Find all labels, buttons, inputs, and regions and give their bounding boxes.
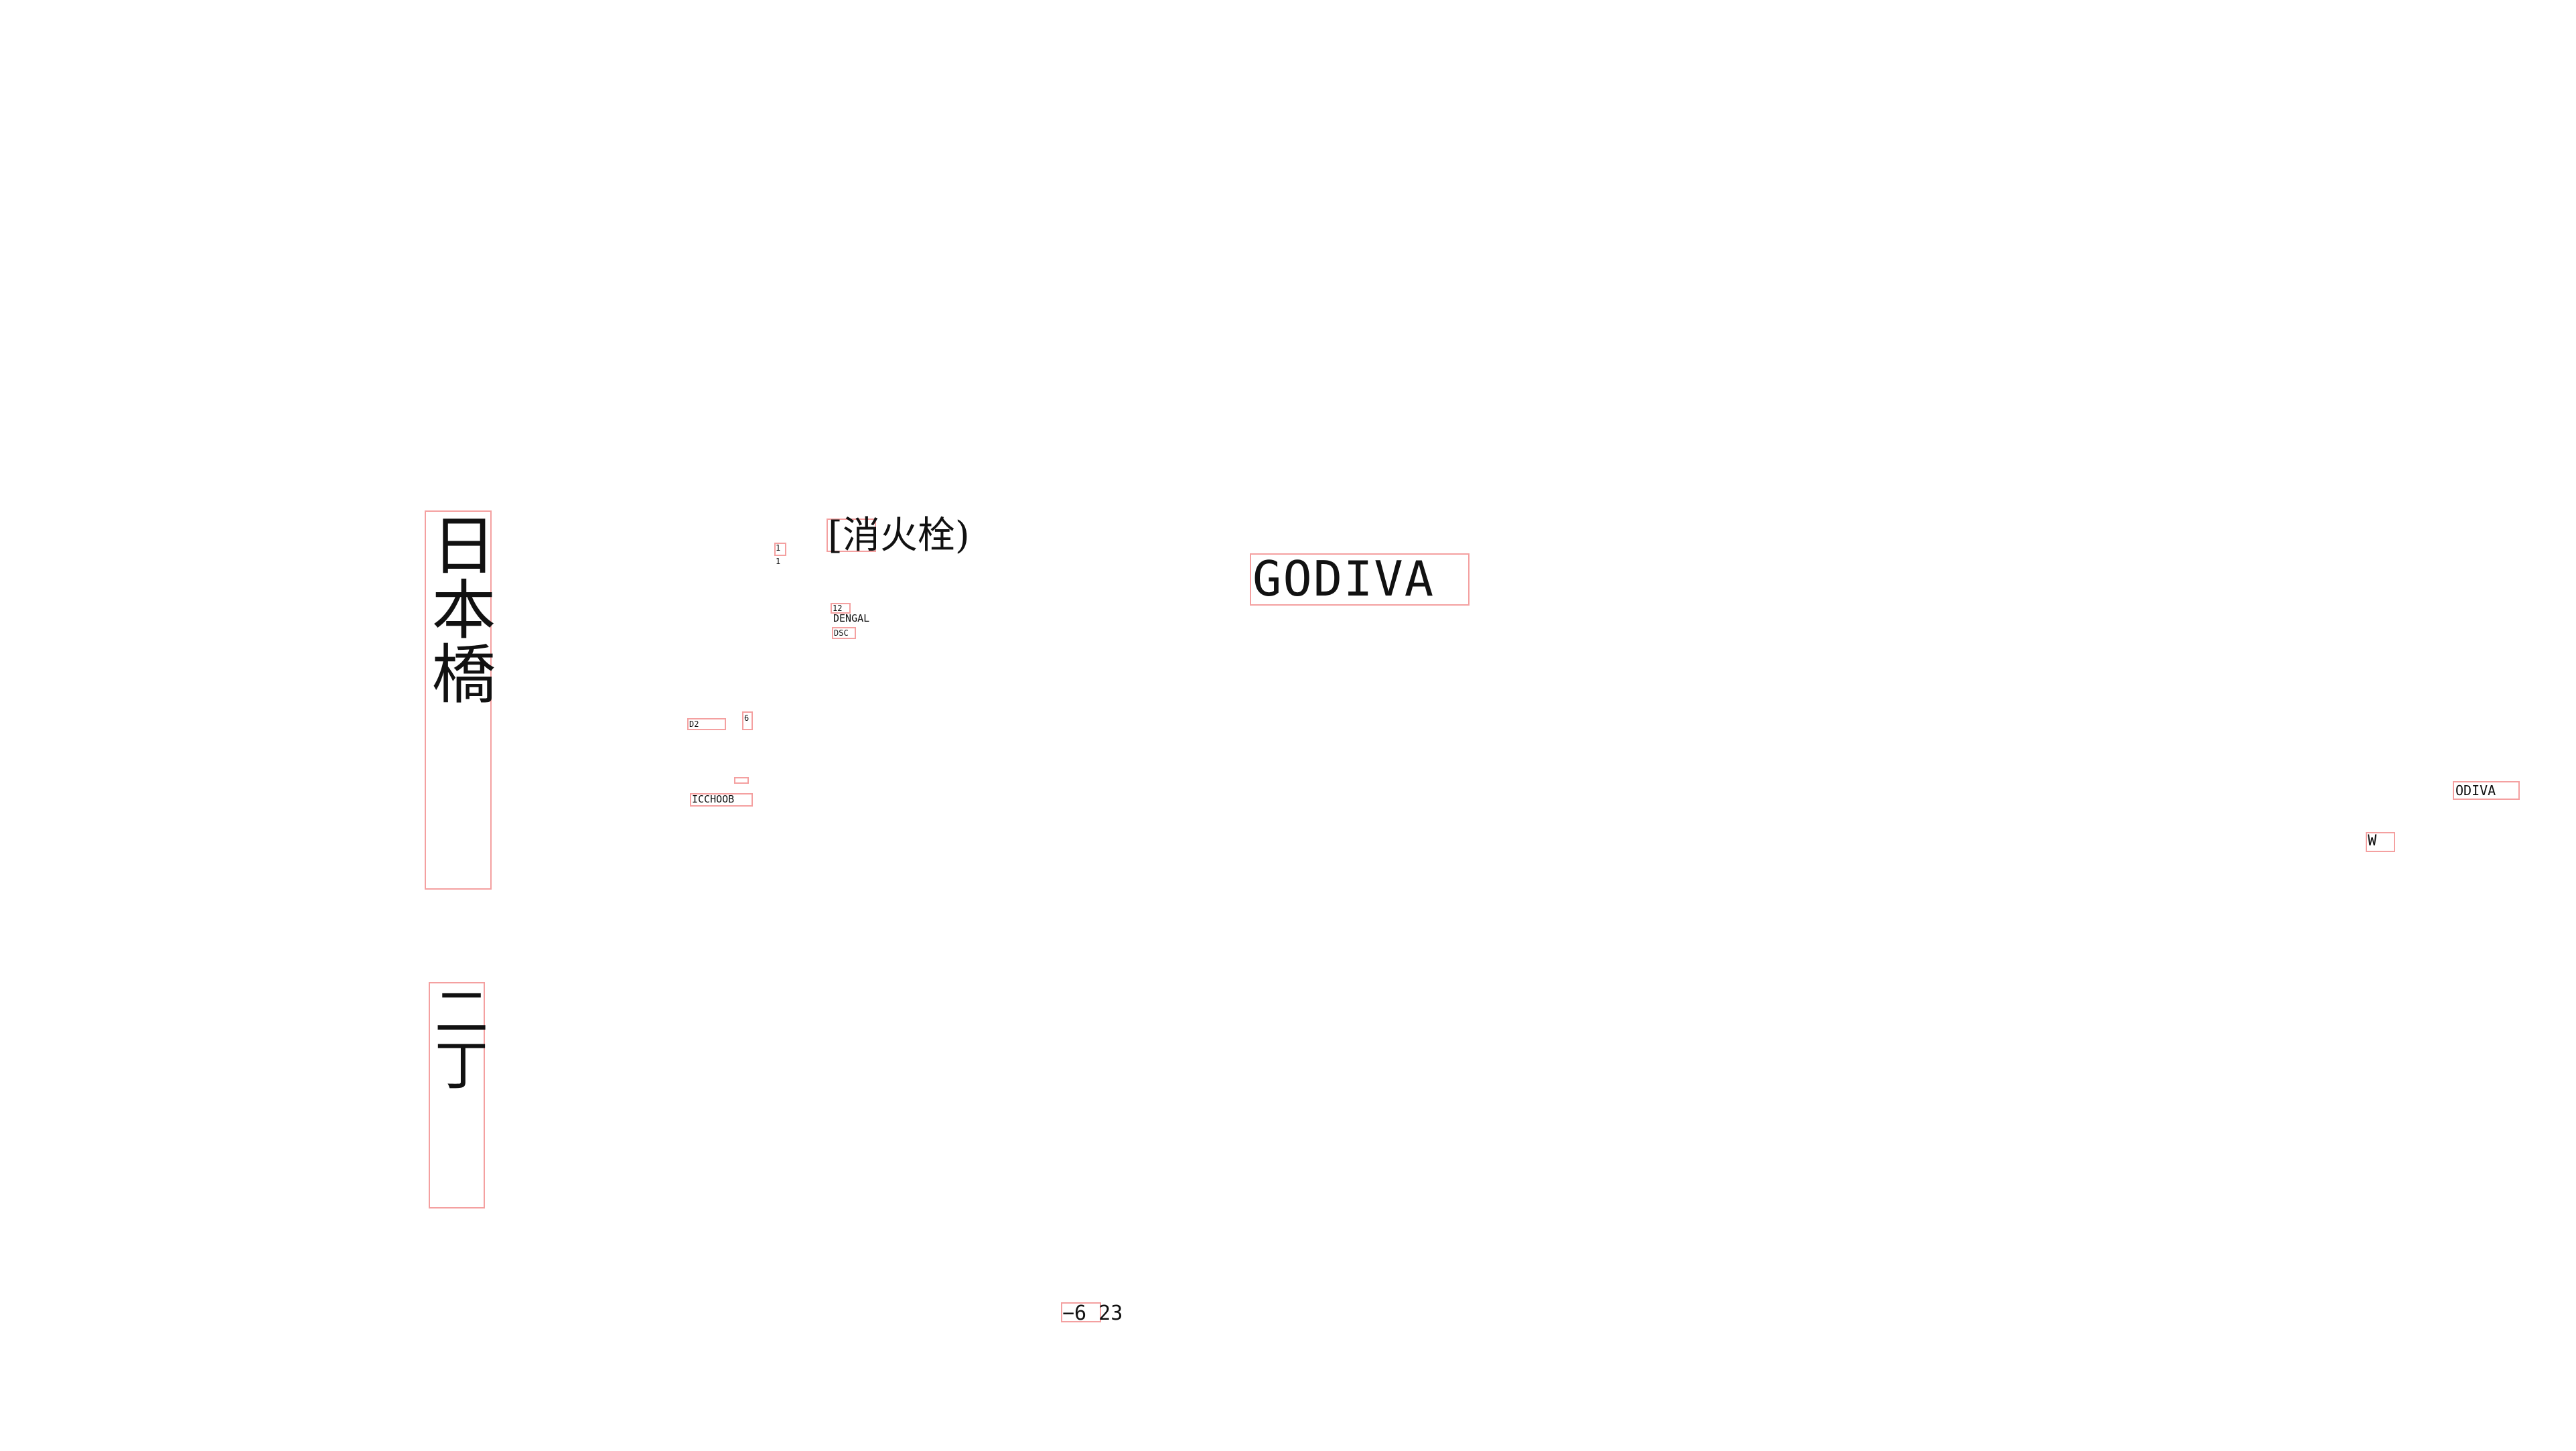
num-12: 12 xyxy=(833,604,843,613)
nichome-text: 二丁 xyxy=(426,983,488,1091)
num-1b: 1 xyxy=(776,557,781,566)
hydrant-label: [消火栓) xyxy=(828,514,970,557)
sign-dengal: DENGAL xyxy=(833,612,870,624)
code-6: 6 xyxy=(744,713,749,723)
page-number: −6 23 xyxy=(1062,1302,1123,1325)
sign-icchoob: ICCHOOB xyxy=(692,793,735,805)
sign-dsc: DSC xyxy=(834,628,849,638)
small-marker-box xyxy=(734,777,749,784)
godiva-small: ODIVA xyxy=(2455,782,2496,799)
code-d2: D2 xyxy=(689,719,699,729)
godiva-large: GODIVA xyxy=(1253,551,1435,607)
num-1: 1 xyxy=(776,543,781,553)
w-label: W xyxy=(2368,833,2377,849)
nihonbashi-text: 日本橋 xyxy=(421,512,496,705)
